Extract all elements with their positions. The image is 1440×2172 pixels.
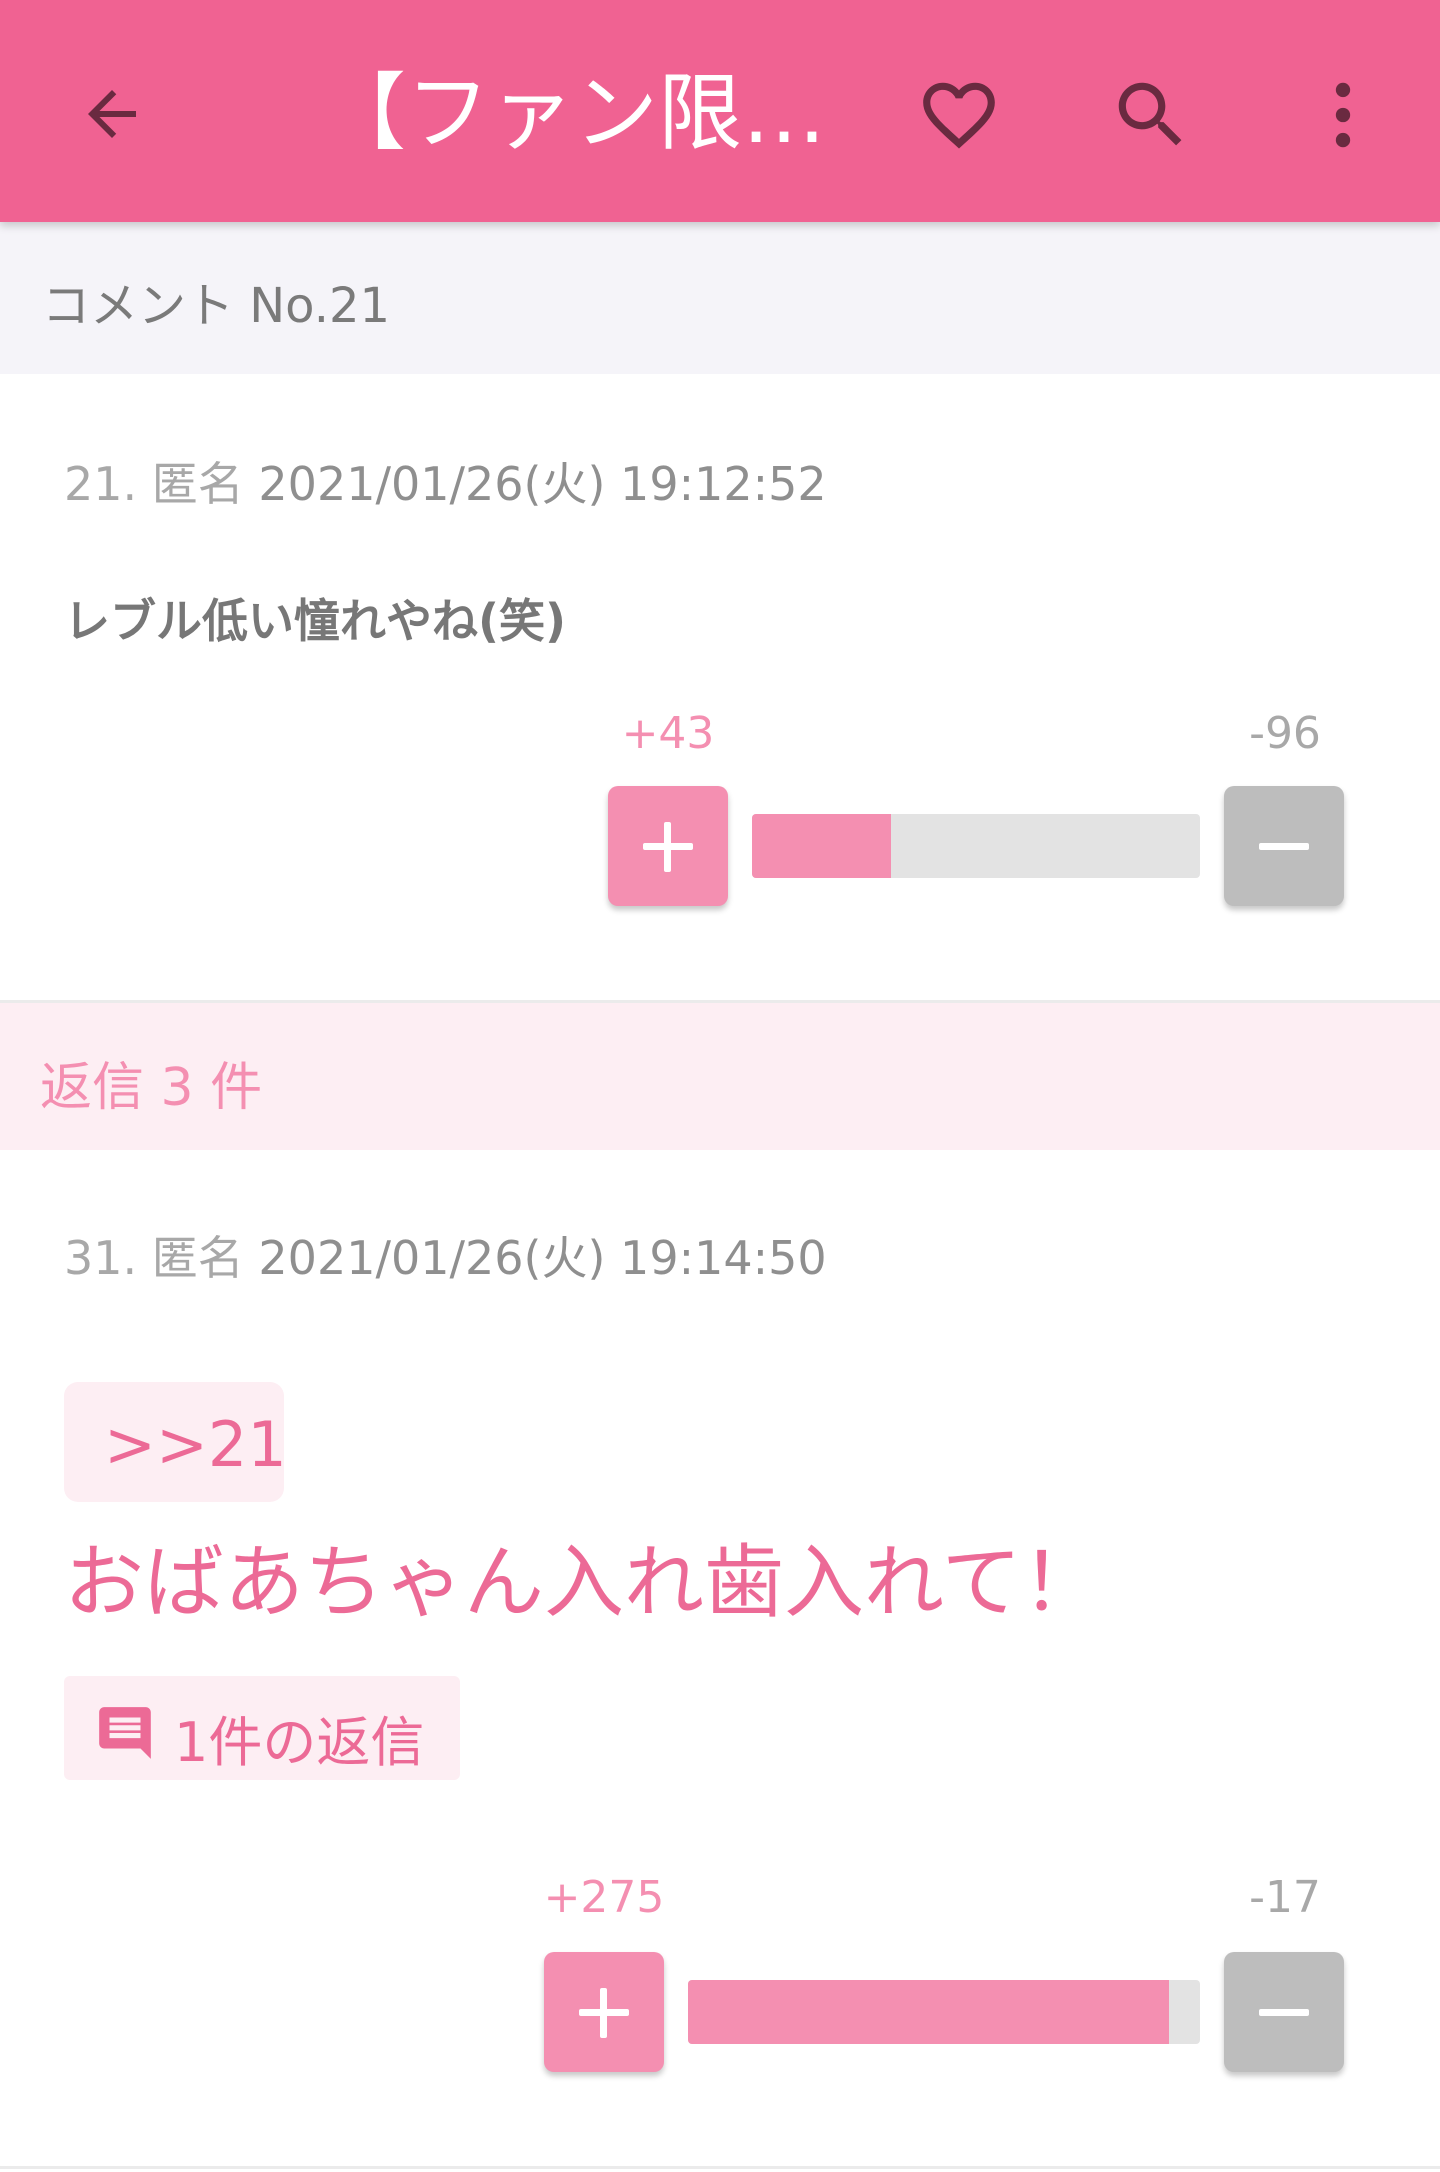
replies-header-label: 返信 3 件 xyxy=(40,1058,263,1118)
comment-section-header: コメント No.21 xyxy=(0,222,1440,374)
comment-author: 匿名 xyxy=(151,457,244,511)
reply-datetime: 2021/01/26(火) 19:14:50 xyxy=(258,1231,827,1285)
minus-icon xyxy=(1259,2009,1309,2016)
comment-meta: 21. 匿名 2021/01/26(火) 19:12:52 xyxy=(64,448,827,514)
plus-vote-button[interactable] xyxy=(608,786,728,906)
heart-outline-icon[interactable] xyxy=(916,72,1002,158)
plus-score: +275 xyxy=(543,1872,665,1923)
plus-vote-button[interactable] xyxy=(544,1952,664,2072)
reply-author: 匿名 xyxy=(151,1231,244,1285)
comment-icon xyxy=(99,1707,151,1759)
page-title: 【ファン限定... xyxy=(322,64,842,162)
anchor-label: >>21 xyxy=(104,1408,287,1481)
vote-ratio-fill xyxy=(688,1980,1170,2044)
comment-text: レブル低い憧れやね(笑) xyxy=(64,594,567,648)
minus-score: -96 xyxy=(1249,708,1321,759)
vote-ratio-fill xyxy=(752,814,891,878)
app-bar: 【ファン限定... xyxy=(0,0,1440,222)
view-replies-label: 1件の返信 xyxy=(174,1711,425,1774)
back-arrow-icon[interactable] xyxy=(76,78,148,150)
plus-score: +43 xyxy=(621,708,715,759)
minus-score: -17 xyxy=(1249,1872,1321,1923)
comment-number: 21. xyxy=(64,457,138,511)
replies-header: 返信 3 件 xyxy=(0,1003,1440,1150)
minus-icon xyxy=(1259,843,1309,850)
search-icon[interactable] xyxy=(1108,72,1194,158)
minus-vote-button[interactable] xyxy=(1224,1952,1344,2072)
more-vert-icon[interactable] xyxy=(1300,72,1386,158)
vote-ratio-bar xyxy=(688,1980,1200,2044)
reply-number: 31. xyxy=(64,1231,138,1285)
reply-meta: 31. 匿名 2021/01/26(火) 19:14:50 xyxy=(64,1222,827,1288)
view-replies-button[interactable]: 1件の返信 xyxy=(64,1676,460,1780)
section-header-label: コメント No.21 xyxy=(42,278,391,334)
minus-vote-button[interactable] xyxy=(1224,786,1344,906)
reply-anchor-link[interactable]: >>21 xyxy=(64,1382,287,1502)
comment-datetime: 2021/01/26(火) 19:12:52 xyxy=(258,457,827,511)
reply-text: おばあちゃん入れ歯入れて！ xyxy=(64,1536,1102,1629)
divider xyxy=(0,2166,1440,2169)
vote-ratio-bar xyxy=(752,814,1200,878)
